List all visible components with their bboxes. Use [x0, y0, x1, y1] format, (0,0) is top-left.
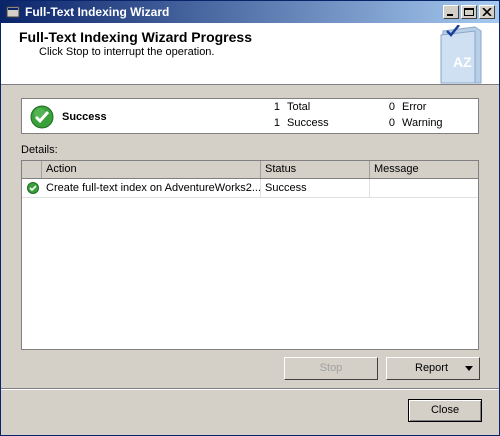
total-label: Total — [287, 101, 311, 113]
svg-text:AZ: AZ — [453, 54, 472, 70]
warning-count: 0 — [388, 117, 395, 129]
column-header-icon — [22, 161, 42, 178]
success-check-icon — [27, 182, 39, 194]
success-check-icon — [30, 105, 54, 129]
details-grid[interactable]: Action Status Message Create full-text i… — [21, 160, 479, 350]
row-status: Success — [261, 179, 370, 197]
footer-divider — [1, 388, 499, 390]
page-title: Full-Text Indexing Wizard Progress — [19, 29, 252, 45]
row-action: Create full-text index on AdventureWorks… — [42, 179, 261, 197]
close-button-label: Close — [430, 404, 460, 416]
app-icon — [6, 6, 20, 18]
success-count: 1 — [273, 117, 280, 129]
grid-header: Action Status Message — [22, 161, 478, 179]
table-row[interactable]: Create full-text index on AdventureWorks… — [22, 179, 478, 198]
success-count-label: Success — [287, 117, 329, 129]
report-button-label: Report — [415, 362, 449, 374]
stop-button[interactable]: Stop — [284, 357, 378, 380]
book-az-icon: AZ — [440, 25, 482, 84]
details-label: Details: — [21, 144, 58, 156]
status-summary-panel: Success 1 Total 1 Success 0 Error 0 Warn… — [21, 98, 479, 134]
row-message — [370, 179, 478, 197]
warning-label: Warning — [402, 117, 443, 129]
wizard-window: Full-Text Indexing Wizard Full-Text Inde… — [0, 0, 500, 436]
title-bar[interactable]: Full-Text Indexing Wizard — [1, 1, 499, 23]
maximize-icon — [464, 8, 474, 16]
maximize-button[interactable] — [461, 5, 477, 19]
stop-button-label: Stop — [319, 362, 343, 374]
window-title: Full-Text Indexing Wizard — [25, 5, 170, 19]
minimize-icon — [447, 14, 453, 16]
column-header-message[interactable]: Message — [370, 161, 478, 178]
close-button[interactable]: Close — [408, 399, 482, 422]
close-window-button[interactable] — [479, 5, 495, 19]
error-label: Error — [402, 101, 427, 113]
column-header-status[interactable]: Status — [261, 161, 370, 178]
total-count: 1 — [273, 101, 280, 113]
dropdown-arrow-icon — [465, 366, 473, 371]
wizard-header: Full-Text Indexing Wizard Progress Click… — [1, 23, 499, 85]
minimize-button[interactable] — [443, 5, 459, 19]
error-count: 0 — [388, 101, 395, 113]
report-button[interactable]: Report — [386, 357, 480, 380]
page-subtitle: Click Stop to interrupt the operation. — [39, 46, 215, 58]
column-header-action[interactable]: Action — [42, 161, 261, 178]
status-label: Success — [62, 111, 107, 123]
close-icon — [482, 8, 492, 16]
